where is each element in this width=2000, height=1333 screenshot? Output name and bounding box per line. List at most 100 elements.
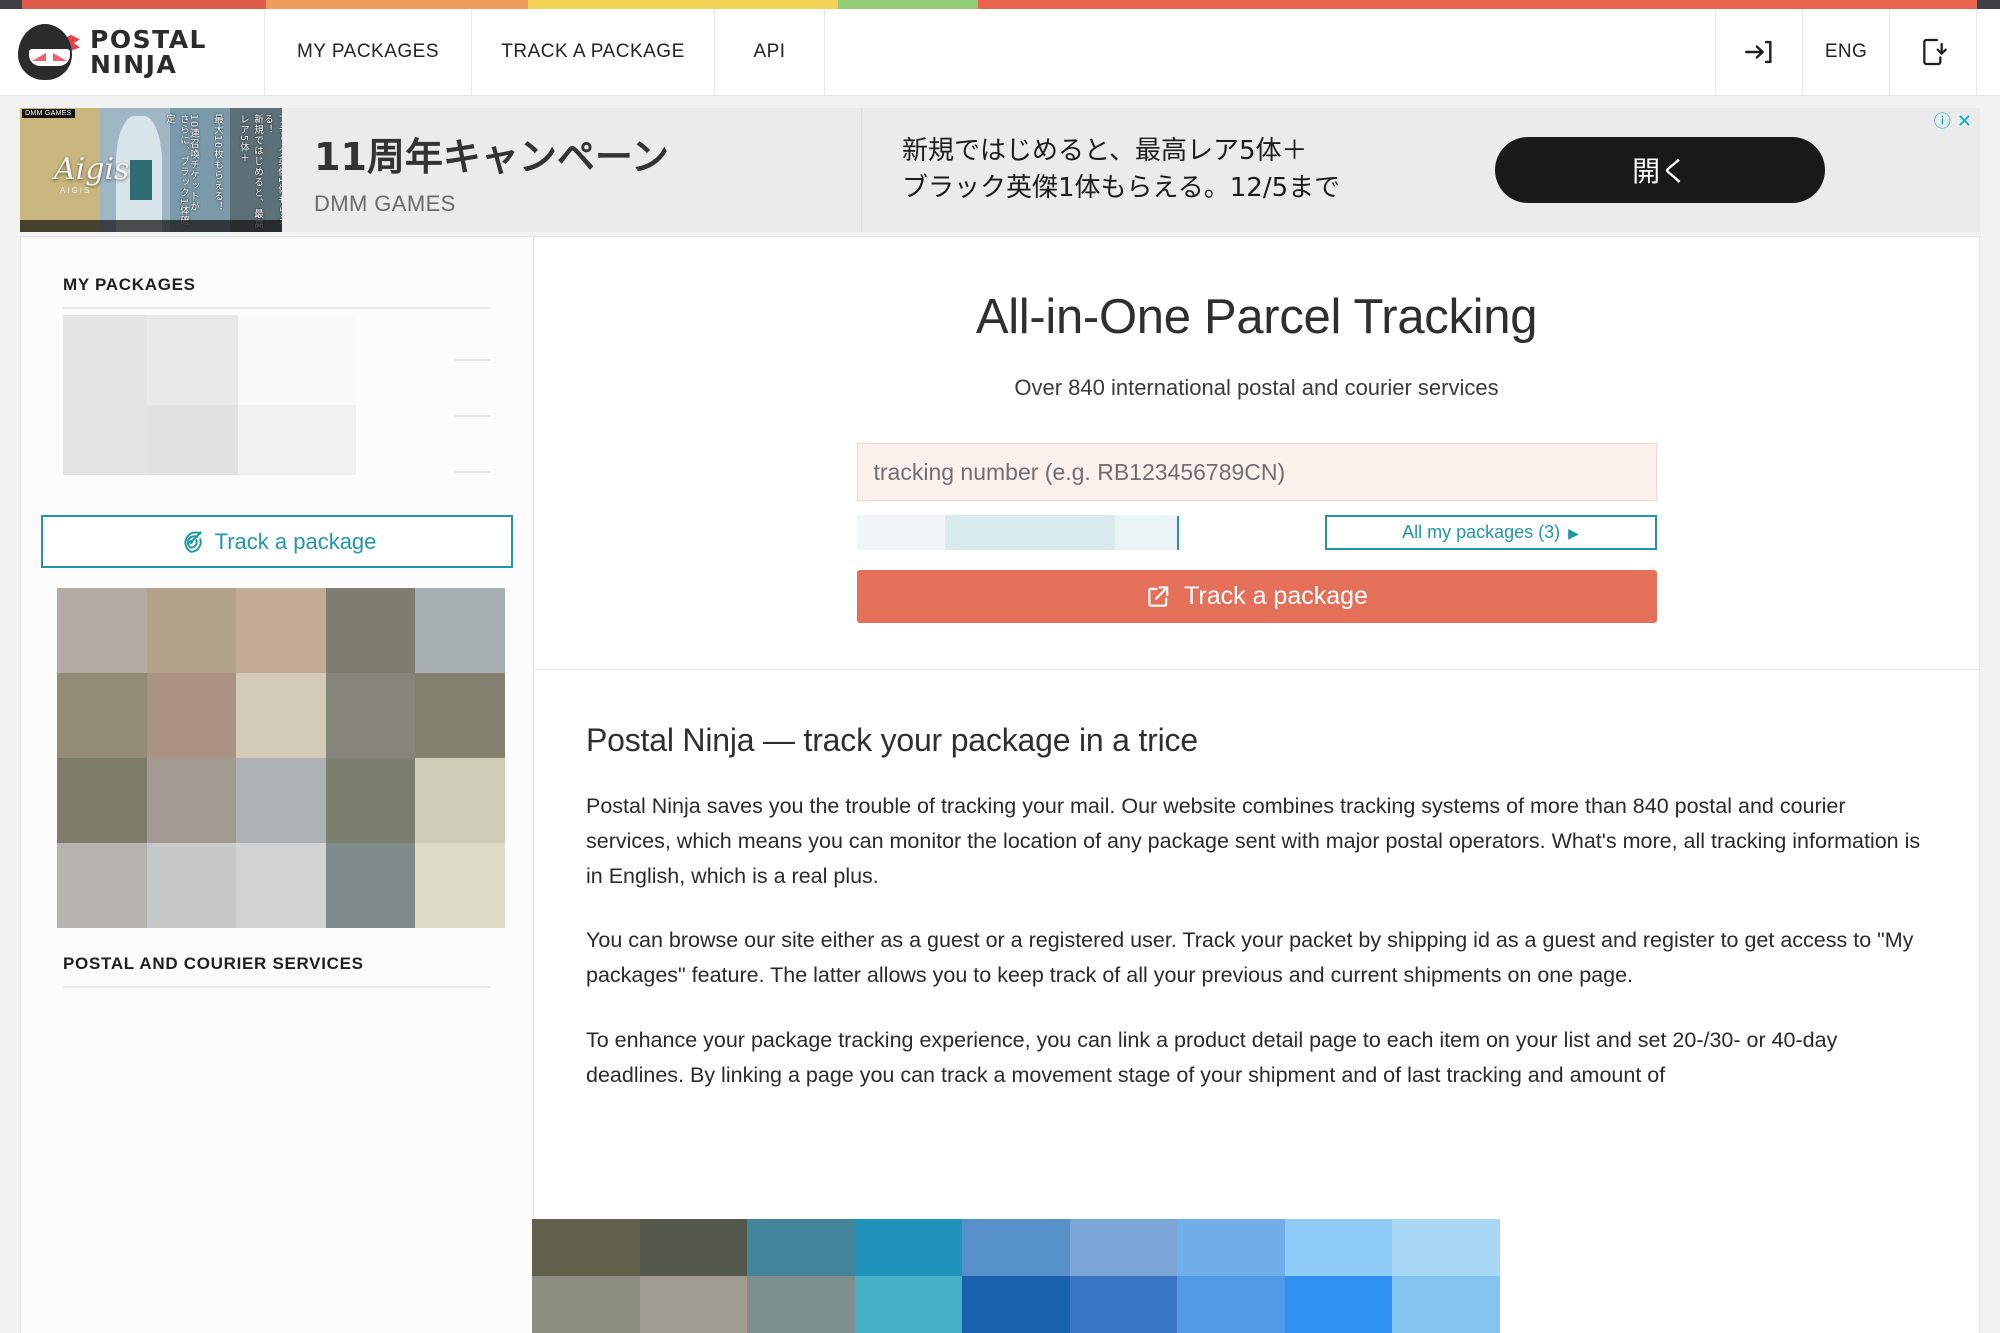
ad-thumb-bottom-bar <box>20 220 282 232</box>
top-strip-segment-6 <box>1977 0 2000 9</box>
hero-section: All-in-One Parcel Tracking Over 840 inte… <box>534 237 1979 669</box>
tracking-form-secondary-row: All my packages (3) ▶ <box>856 515 1657 550</box>
mosaic-tile <box>532 1276 640 1333</box>
tracking-number-input[interactable] <box>856 443 1657 501</box>
header-spacer <box>825 9 1716 95</box>
suggestion-skeleton-segment <box>856 515 945 550</box>
logo[interactable]: POSTAL NINJA <box>0 9 265 95</box>
article-paragraph-3: To enhance your package tracking experie… <box>586 1028 1838 1087</box>
bottom-image-mosaic-overlay <box>532 1219 1500 1333</box>
suggestion-skeleton-segment <box>944 515 1115 550</box>
page-title: All-in-One Parcel Tracking <box>975 290 1538 344</box>
mosaic-tile <box>236 588 326 673</box>
ad-body-line-2: ブラック英傑1体もらえる。12/5まで <box>902 173 1341 203</box>
ad-thumb-badge: DMM GAMES <box>22 109 75 118</box>
mosaic-tile <box>1284 1276 1393 1333</box>
mosaic-tile <box>415 588 505 673</box>
skeleton-block <box>238 405 356 475</box>
ninja-eye-right <box>53 53 67 61</box>
article-heading: Postal Ninja — track your package in a t… <box>586 722 1198 758</box>
mosaic-tile <box>236 843 326 928</box>
mosaic-tile <box>415 673 505 758</box>
mosaic-tile <box>57 758 147 843</box>
skeleton-line <box>455 415 491 417</box>
track-a-package-submit-button[interactable]: Track a package <box>856 570 1657 623</box>
mosaic-tile <box>325 673 416 758</box>
mosaic-tile <box>1392 1219 1500 1276</box>
mosaic-tile <box>57 673 147 758</box>
mosaic-tile <box>1069 1276 1178 1333</box>
mosaic-tile <box>325 758 416 843</box>
sign-in-button[interactable] <box>1716 9 1803 95</box>
page-shell: MY PACKAGES Track a package POSTAL AND C… <box>0 236 2000 1333</box>
ninja-eyes <box>29 49 70 66</box>
ad-body-text: 新規ではじめると、最高レア5体＋ ブラック英傑1体もらえる。12/5まで <box>902 133 1340 207</box>
logo-line-2: NINJA <box>90 50 178 79</box>
article-paragraph-1: Postal Ninja saves you the trouble of tr… <box>586 794 1921 888</box>
mosaic-tile <box>854 1276 963 1333</box>
ad-controls: ⓘ ✕ <box>1934 112 1972 130</box>
ad-cta-wrapper: 開く <box>1340 137 1980 203</box>
top-strip-segment-5 <box>978 0 1977 9</box>
mobile-app-download-icon <box>1923 38 1947 66</box>
top-strip-segment-4 <box>838 0 978 9</box>
external-link-icon <box>1148 585 1169 607</box>
ad-thumb-title: Aigis <box>54 152 130 187</box>
ninja-logo-icon <box>14 21 80 83</box>
ad-thumbnail[interactable]: DMM GAMES さらに、ブラック1体確定 10連召喚チケットが 最大10枚も… <box>20 108 282 232</box>
mosaic-tile <box>962 1219 1070 1276</box>
ad-left-column: 11周年キャンペーン DMM GAMES <box>282 108 862 232</box>
suggestion-skeleton-segment <box>1114 515 1177 550</box>
target-crosshair-icon <box>184 530 202 553</box>
ninja-eye-left <box>32 53 46 61</box>
sidebar-track-a-package-button[interactable]: Track a package <box>41 515 513 568</box>
mosaic-tile <box>146 758 237 843</box>
suggestion-caret <box>1176 515 1179 550</box>
mosaic-tile <box>1177 1276 1285 1333</box>
all-my-packages-button[interactable]: All my packages (3) ▶ <box>1324 515 1657 550</box>
mosaic-tile <box>747 1276 855 1333</box>
suggestion-skeleton-loader <box>856 515 1305 550</box>
mosaic-tile <box>1069 1219 1178 1276</box>
top-strip-segment-3 <box>528 0 838 9</box>
nav-item-track-a-package[interactable]: TRACK A PACKAGE <box>472 9 715 95</box>
ad-cta-button[interactable]: 開く <box>1495 137 1826 203</box>
article-paragraph-2: You can browse our site either as a gues… <box>586 928 1914 988</box>
mosaic-tile <box>962 1276 1070 1333</box>
mosaic-tile <box>146 843 237 928</box>
site-header: POSTAL NINJA MY PACKAGES TRACK A PACKAGE… <box>0 9 2000 96</box>
header-endcap <box>1977 9 2000 95</box>
ad-body-line-1: 新規ではじめると、最高レア5体＋ <box>902 136 1308 167</box>
language-selector[interactable]: ENG <box>1803 9 1890 95</box>
mobile-app-button[interactable] <box>1890 9 1977 95</box>
sidebar-subtitle: POSTAL AND COURIER SERVICES <box>63 954 364 973</box>
ad-brand: DMM GAMES <box>314 190 456 216</box>
mosaic-tile <box>57 588 147 673</box>
play-triangle-icon: ▶ <box>1568 524 1579 541</box>
sidebar-subtitle-rule <box>63 986 491 988</box>
mosaic-tile <box>639 1219 748 1276</box>
skeleton-block <box>147 315 238 405</box>
mosaic-tile <box>415 758 505 843</box>
sidebar-track-a-package-label: Track a package <box>214 528 377 554</box>
logo-wordmark: POSTAL NINJA <box>90 24 207 79</box>
ad-info-icon[interactable]: ⓘ <box>1934 113 1951 130</box>
nav-item-my-packages[interactable]: MY PACKAGES <box>265 9 472 95</box>
mosaic-tile <box>747 1219 855 1276</box>
mosaic-tile <box>1392 1276 1500 1333</box>
sidebar-skeleton-loader <box>63 309 491 497</box>
logo-line-1: POSTAL <box>90 24 207 54</box>
sidebar-title: MY PACKAGES <box>63 275 196 294</box>
nav-item-api[interactable]: API <box>715 9 825 95</box>
skeleton-line <box>455 471 491 473</box>
ad-thumb-subtitle: AIGIS <box>60 186 92 195</box>
track-a-package-submit-label: Track a package <box>1184 582 1368 610</box>
skeleton-line <box>455 359 491 361</box>
advertisement-banner[interactable]: DMM GAMES さらに、ブラック1体確定 10連召喚チケットが 最大10枚も… <box>20 108 1980 232</box>
ad-region: DMM GAMES さらに、ブラック1体確定 10連召喚チケットが 最大10枚も… <box>0 96 2000 236</box>
ad-close-icon[interactable]: ✕ <box>1957 112 1972 130</box>
mosaic-tile <box>325 843 416 928</box>
mosaic-tile <box>639 1276 748 1333</box>
skeleton-block <box>238 315 356 405</box>
ad-thumb-vertical-text-2: ブラック英傑1体もらえる！ <box>262 114 282 227</box>
